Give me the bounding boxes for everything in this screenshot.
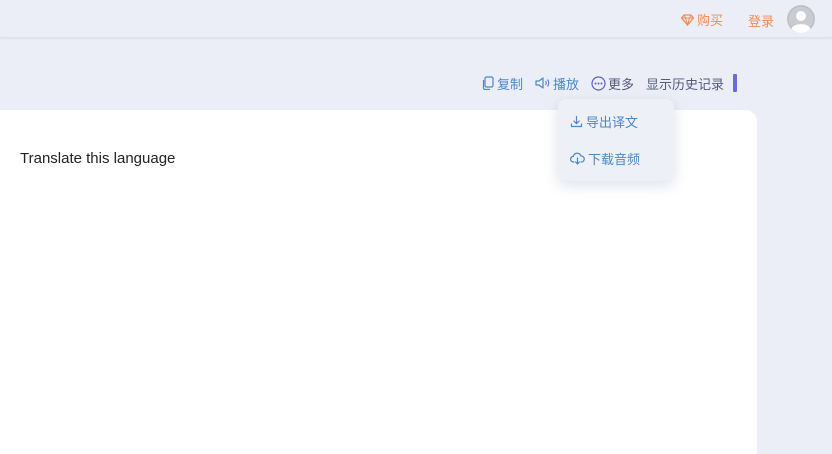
buy-button[interactable]: 购买 (681, 10, 723, 29)
export-translation-item[interactable]: 导出译文 (570, 111, 674, 131)
copy-button[interactable]: 复制 (481, 74, 523, 93)
more-label: 更多 (608, 77, 635, 93)
buy-label: 购买 (697, 14, 724, 29)
more-dots-icon (591, 75, 606, 91)
more-dropdown-menu: 导出译文 下载音频 (558, 99, 674, 181)
login-button[interactable]: 登录 (748, 11, 774, 30)
diamond-icon (681, 13, 694, 26)
speaker-icon (535, 76, 551, 90)
export-translation-label: 导出译文 (586, 115, 639, 131)
history-panel-toggle[interactable] (733, 74, 738, 92)
user-avatar-icon (787, 5, 815, 33)
play-button[interactable]: 播放 (535, 74, 579, 93)
download-audio-label: 下载音频 (588, 152, 641, 168)
play-label: 播放 (553, 77, 580, 93)
avatar[interactable] (787, 5, 815, 33)
download-audio-item[interactable]: 下载音频 (570, 148, 674, 168)
show-history-button[interactable]: 显示历史记录 (646, 74, 724, 93)
result-toolbar: 复制 播放 更多 显示历史记录 (481, 74, 738, 93)
more-button[interactable]: 更多 (591, 74, 634, 93)
cloud-download-icon (570, 152, 585, 165)
copy-label: 复制 (497, 77, 524, 93)
top-bar: 购买 登录 (0, 0, 832, 38)
download-icon (570, 115, 583, 128)
copy-icon (481, 76, 495, 90)
source-text[interactable]: Translate this language (20, 150, 175, 167)
